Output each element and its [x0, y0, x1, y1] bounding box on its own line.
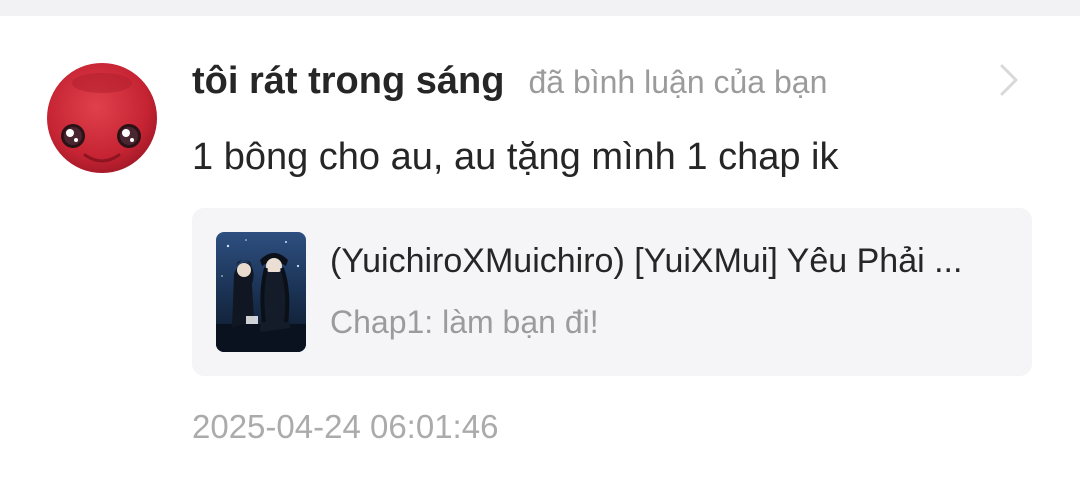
notification-action-text: đã bình luận của bạn — [528, 64, 828, 100]
username[interactable]: tôi rát trong sáng — [192, 60, 504, 103]
notification-header: tôi rát trong sáng đã bình luận của bạn — [192, 60, 990, 103]
story-title[interactable]: (YuichiroXMuichiro) [YuiXMui] Yêu Phải .… — [330, 242, 1002, 281]
user-avatar[interactable] — [47, 63, 157, 173]
comment-text: 1 bông cho au, au tặng mình 1 chap ik — [192, 136, 839, 178]
notification-card[interactable]: tôi rát trong sáng đã bình luận của bạn … — [0, 16, 1080, 489]
story-chapter: Chap1: làm bạn đi! — [330, 304, 599, 340]
story-cover[interactable] — [216, 232, 306, 352]
mascot-avatar-icon — [47, 63, 157, 173]
anime-cover-icon — [216, 232, 306, 352]
timestamp: 2025-04-24 06:01:46 — [192, 408, 499, 445]
story-card[interactable]: (YuichiroXMuichiro) [YuiXMui] Yêu Phải .… — [192, 208, 1032, 376]
chevron-right-icon[interactable] — [994, 62, 1024, 98]
